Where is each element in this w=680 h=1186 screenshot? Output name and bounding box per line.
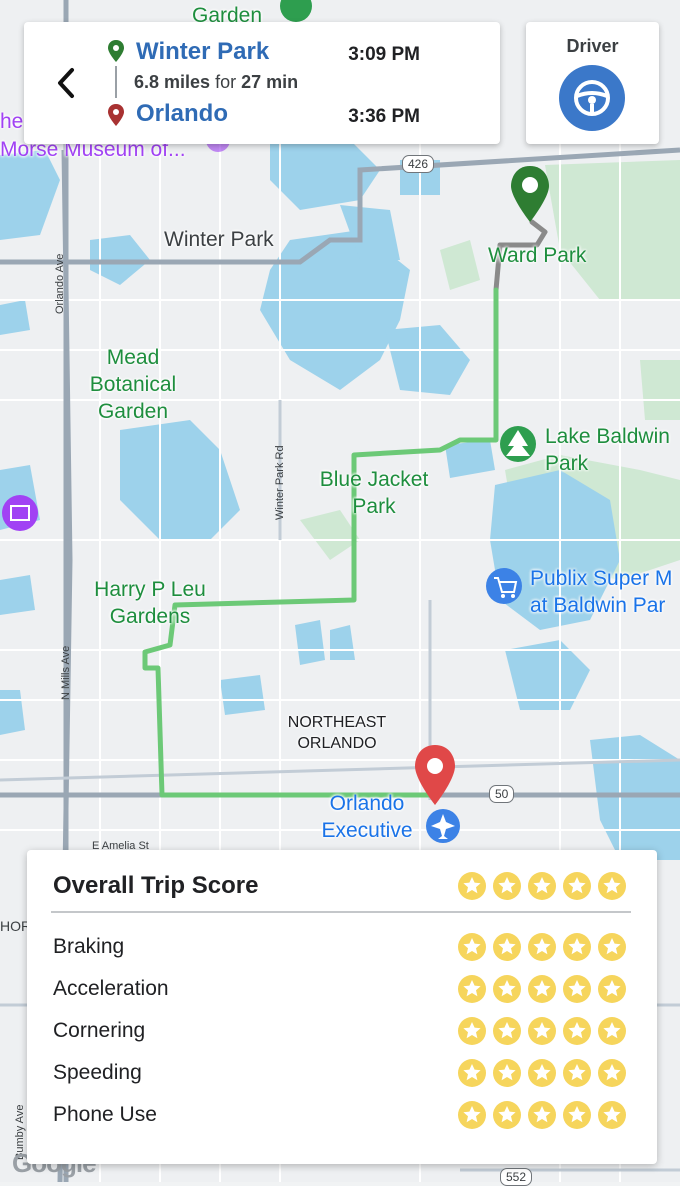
metric-star-icon	[457, 974, 487, 1004]
map-label-morse-prefix: he	[0, 110, 24, 133]
route-shield-552: 552	[500, 1168, 533, 1186]
map-label-lake-baldwin: Lake Baldwin Park	[545, 425, 670, 475]
route-shield-426: 426	[402, 155, 435, 173]
score-metric-row: Acceleration	[27, 972, 657, 1008]
metric-star-icon	[492, 974, 522, 1004]
trip-summary-card: Winter Park 6.8 miles for 27 min Orlando…	[24, 22, 500, 144]
trip-distance-duration: 6.8 miles for 27 min	[134, 72, 298, 93]
metric-label: Speeding	[53, 1061, 142, 1084]
driver-card: Driver	[526, 22, 659, 144]
metric-star-icon	[492, 1100, 522, 1130]
metric-star-icon	[562, 1058, 592, 1088]
steering-wheel-icon	[574, 80, 610, 116]
metric-star-icon	[527, 1100, 557, 1130]
map-label-winter-park: Winter Park	[164, 228, 274, 251]
overall-star-icon	[457, 871, 487, 901]
metric-star-icon	[492, 1016, 522, 1046]
metric-star-icon	[597, 974, 627, 1004]
museum-icon	[2, 495, 38, 531]
route-connector	[115, 66, 117, 98]
metric-star-icon	[562, 932, 592, 962]
destination-pin-icon	[108, 104, 124, 126]
map-label-harry-leu: Harry P Leu Gardens	[94, 578, 206, 628]
road-label-orlando-ave: Orlando Ave	[54, 253, 66, 314]
metric-label: Braking	[53, 935, 125, 958]
overall-star-icon	[527, 871, 557, 901]
metric-star-icon	[562, 1016, 592, 1046]
metric-star-icon	[597, 1016, 627, 1046]
metric-label: Acceleration	[53, 977, 169, 1000]
map-label-orlando-executive: Orlando Executive	[321, 792, 413, 842]
metric-star-icon	[457, 1016, 487, 1046]
metric-star-icon	[457, 932, 487, 962]
score-metric-row: Speeding	[27, 1056, 657, 1092]
score-metric-row: Cornering	[27, 1014, 657, 1050]
map-label-ward-park: Ward Park	[488, 244, 587, 267]
metric-star-icon	[562, 974, 592, 1004]
metric-star-icon	[562, 1100, 592, 1130]
back-button[interactable]	[52, 66, 82, 100]
trip-duration: 27 min	[241, 72, 299, 92]
origin-pin-icon	[108, 40, 124, 62]
metric-star-icon	[492, 1058, 522, 1088]
map-label-northeast-orlando: NORTHEAST ORLANDO	[287, 714, 387, 752]
metric-star-icon	[527, 974, 557, 1004]
metric-label: Cornering	[53, 1019, 146, 1042]
score-metric-row: Phone Use	[27, 1098, 657, 1134]
map-label-mead-garden: Mead Botanical Garden	[89, 346, 177, 423]
map-label-blue-jacket: Blue Jacket Park	[319, 468, 429, 518]
overall-star-icon	[562, 871, 592, 901]
road-label-mills-ave: N Mills Ave	[60, 645, 72, 700]
overall-star-icon	[597, 871, 627, 901]
metric-star-icon	[527, 1016, 557, 1046]
metric-star-icon	[457, 1100, 487, 1130]
destination-time: 3:36 PM	[348, 106, 420, 127]
chevron-left-icon	[58, 68, 74, 98]
metric-star-icon	[527, 1058, 557, 1088]
metric-star-icon	[492, 932, 522, 962]
map-label-publix: Publix Super M at Baldwin Par	[530, 567, 673, 617]
destination-name: Orlando	[136, 100, 229, 127]
metric-star-icon	[457, 1058, 487, 1088]
driver-button[interactable]	[559, 65, 625, 131]
origin-time: 3:09 PM	[348, 44, 420, 65]
metric-star-icon	[597, 1058, 627, 1088]
score-metric-row: Braking	[27, 930, 657, 966]
metric-star-icon	[597, 1100, 627, 1130]
metric-label: Phone Use	[53, 1103, 157, 1126]
road-label-winter-park-rd: Winter Park Rd	[274, 445, 286, 520]
overall-star-icon	[492, 871, 522, 901]
driver-label: Driver	[566, 36, 619, 56]
park-icon	[500, 426, 536, 462]
trip-distance: 6.8 miles	[134, 72, 211, 92]
overall-score-label: Overall Trip Score	[53, 872, 259, 899]
trip-for-word: for	[215, 72, 237, 92]
airport-icon	[426, 809, 460, 843]
trip-score-card: Overall Trip Score Braking Acceleration Co…	[27, 850, 657, 1164]
score-divider	[51, 911, 631, 913]
metric-star-icon	[597, 932, 627, 962]
route-shield-50: 50	[489, 785, 515, 803]
origin-name: Winter Park	[136, 38, 270, 65]
shopping-cart-icon	[486, 568, 522, 604]
metric-star-icon	[527, 932, 557, 962]
